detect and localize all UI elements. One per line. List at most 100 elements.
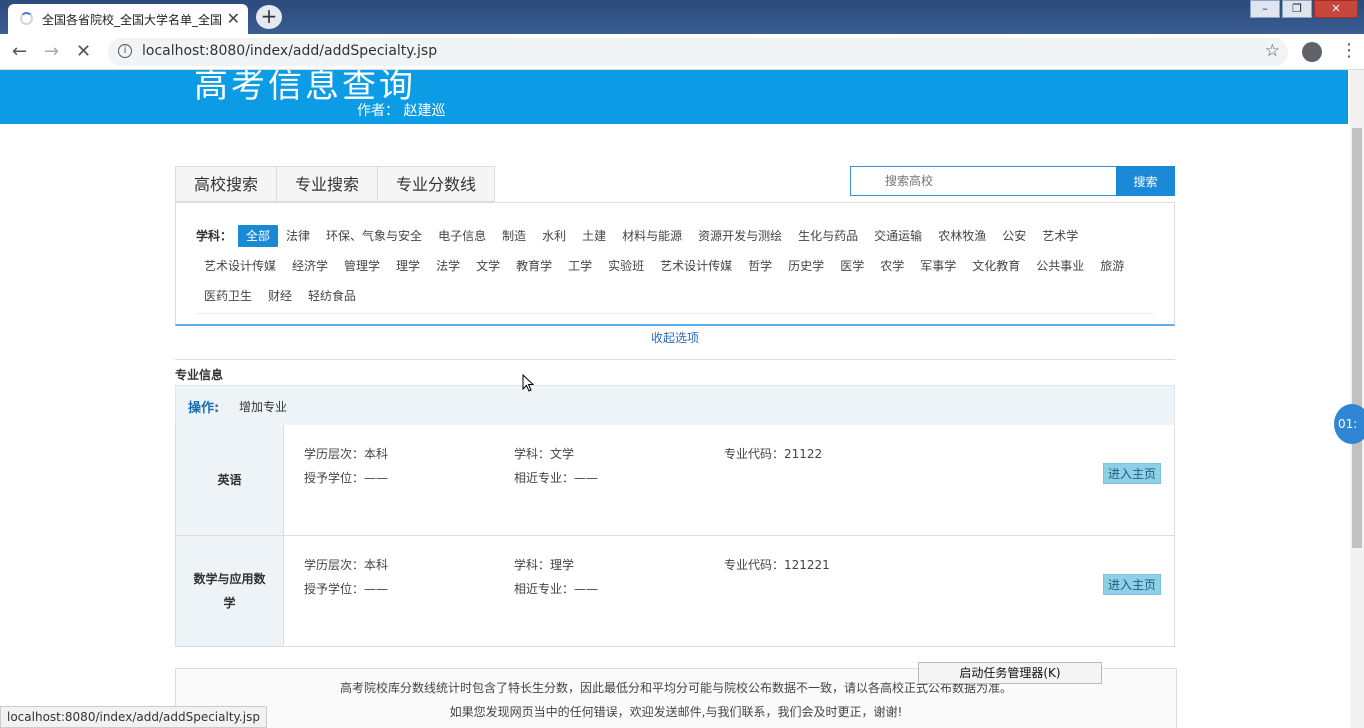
specialty-name: 数学与应用数学 bbox=[176, 536, 284, 646]
college-search-input[interactable] bbox=[850, 166, 1117, 196]
tab-specialty-score-line[interactable]: 专业分数线 bbox=[377, 166, 496, 202]
tab-specialty-search[interactable]: 专业搜索 bbox=[276, 166, 378, 202]
forward-arrow-icon[interactable]: → bbox=[44, 41, 59, 62]
filter-option[interactable]: 电子信息 bbox=[430, 225, 494, 247]
page-viewport: 高考信息查询 作者： 赵建巡 高校搜索 专业搜索 专业分数线 搜索 学科： 全部… bbox=[0, 70, 1348, 728]
page-scrollbar[interactable] bbox=[1350, 70, 1364, 728]
filter-option[interactable]: 全部 bbox=[238, 225, 279, 247]
discipline-value: 学科：理学 bbox=[514, 558, 575, 572]
filter-option[interactable]: 交通运输 bbox=[866, 225, 930, 247]
discipline-value: 学科：文学 bbox=[514, 447, 575, 461]
status-bar-url: localhost:8080/index/add/addSpecialty.js… bbox=[0, 706, 267, 728]
degree-value: 授予学位：—— bbox=[304, 471, 389, 485]
specialty-code: 专业代码：121221 bbox=[724, 558, 830, 572]
discipline-chip-list: 学科： 全部 法律 环保、气象与安全 电子信息 制造 水利 土建 材料与能源 资… bbox=[196, 221, 1156, 251]
filter-option[interactable]: 艺术学 bbox=[1034, 225, 1086, 247]
education-level: 学历层次：本科 bbox=[304, 447, 389, 461]
filter-option[interactable]: 旅游 bbox=[1092, 255, 1132, 277]
enter-homepage-button[interactable]: 进入主页 bbox=[1103, 574, 1161, 595]
discipline-filter-panel: 学科： 全部 法律 环保、气象与安全 电子信息 制造 水利 土建 材料与能源 资… bbox=[175, 202, 1175, 326]
filter-option[interactable]: 轻纺食品 bbox=[300, 285, 364, 307]
operations-bar: 操作: 增加专业 bbox=[175, 385, 1175, 426]
related-specialty: 相近专业：—— bbox=[514, 471, 599, 485]
search-button[interactable]: 搜索 bbox=[1116, 166, 1175, 196]
new-tab-button[interactable]: + bbox=[256, 5, 282, 29]
scrollbar-thumb[interactable] bbox=[1352, 128, 1362, 548]
filter-option[interactable]: 公共事业 bbox=[1028, 255, 1092, 277]
filter-option[interactable]: 生化与药品 bbox=[790, 225, 866, 247]
enter-homepage-button[interactable]: 进入主页 bbox=[1103, 463, 1161, 484]
filter-option[interactable]: 文化教育 bbox=[964, 255, 1028, 277]
site-banner: 高考信息查询 作者： 赵建巡 bbox=[0, 70, 1348, 124]
collapse-options-link[interactable]: 收起选项 bbox=[175, 326, 1175, 360]
filter-option[interactable]: 财经 bbox=[260, 285, 300, 307]
browser-tab[interactable]: 全国各省院校_全国大学名单_全国 ✕ bbox=[8, 4, 248, 34]
address-bar[interactable]: i localhost:8080/index/add/addSpecialty.… bbox=[108, 38, 1288, 66]
discipline-chip-list: 医药卫生 财经 轻纺食品 bbox=[196, 281, 1156, 311]
filter-label: 学科： bbox=[196, 229, 233, 243]
filter-option[interactable]: 水利 bbox=[534, 225, 574, 247]
filter-option[interactable]: 制造 bbox=[494, 225, 534, 247]
back-arrow-icon[interactable]: ← bbox=[12, 41, 27, 62]
filter-option[interactable]: 公安 bbox=[994, 225, 1034, 247]
filter-option[interactable]: 农学 bbox=[872, 255, 912, 277]
filter-option[interactable]: 军事学 bbox=[912, 255, 964, 277]
footer-contact: 如果您发现网页当中的任何错误，欢迎发送邮件,与我们联系，我们会及时更正，谢谢! bbox=[449, 705, 903, 719]
search-tabs: 高校搜索 专业搜索 专业分数线 bbox=[175, 166, 496, 202]
filter-option[interactable]: 哲学 bbox=[740, 255, 780, 277]
add-specialty-link[interactable]: 增加专业 bbox=[239, 398, 287, 415]
filter-option[interactable]: 经济学 bbox=[284, 255, 336, 277]
discipline-chip-list: 艺术设计传媒 经济学 管理学 理学 法学 文学 教育学 工学 实验班 艺术设计传… bbox=[196, 251, 1156, 281]
browser-toolbar: ← → ✕ i localhost:8080/index/add/addSpec… bbox=[0, 34, 1364, 70]
window-controls: – ❐ ✕ bbox=[1250, 0, 1358, 18]
filter-option[interactable]: 材料与能源 bbox=[614, 225, 690, 247]
filter-option[interactable]: 理学 bbox=[388, 255, 428, 277]
filter-option[interactable]: 艺术设计传媒 bbox=[196, 255, 284, 277]
specialty-list: 英语 学历层次：本科 学科：文学 专业代码：21122 授予学位：—— 相近专业… bbox=[175, 425, 1175, 647]
tab-title: 全国各省院校_全国大学名单_全国 bbox=[42, 13, 222, 27]
loading-spinner-icon bbox=[20, 12, 33, 25]
education-level: 学历层次：本科 bbox=[304, 558, 389, 572]
filter-option[interactable]: 资源开发与测绘 bbox=[690, 225, 790, 247]
filter-option[interactable]: 农林牧渔 bbox=[930, 225, 994, 247]
filter-option[interactable]: 环保、气象与安全 bbox=[318, 225, 430, 247]
bookmark-star-icon[interactable]: ☆ bbox=[1265, 41, 1280, 61]
filter-option[interactable]: 法学 bbox=[428, 255, 468, 277]
filter-divider bbox=[196, 313, 1154, 314]
filter-option[interactable]: 工学 bbox=[560, 255, 600, 277]
restore-icon[interactable]: ❐ bbox=[1282, 0, 1312, 18]
filter-option[interactable]: 历史学 bbox=[780, 255, 832, 277]
mouse-pointer-icon bbox=[522, 374, 534, 392]
filter-option[interactable]: 土建 bbox=[574, 225, 614, 247]
filter-option[interactable]: 艺术设计传媒 bbox=[652, 255, 740, 277]
menu-kebab-icon[interactable]: ⋮ bbox=[1340, 40, 1358, 61]
filter-option[interactable]: 教育学 bbox=[508, 255, 560, 277]
filter-option[interactable]: 实验班 bbox=[600, 255, 652, 277]
filter-option[interactable]: 医药卫生 bbox=[196, 285, 260, 307]
degree-value: 授予学位：—— bbox=[304, 582, 389, 596]
specialty-row: 英语 学历层次：本科 学科：文学 专业代码：21122 授予学位：—— 相近专业… bbox=[175, 425, 1175, 536]
filter-option[interactable]: 管理学 bbox=[336, 255, 388, 277]
minimize-icon[interactable]: – bbox=[1250, 0, 1280, 18]
specialty-code: 专业代码：21122 bbox=[724, 447, 823, 461]
browser-titlebar: 全国各省院校_全国大学名单_全国 ✕ + – ❐ ✕ bbox=[0, 0, 1364, 34]
specialty-row: 数学与应用数学 学历层次：本科 学科：理学 专业代码：121221 授予学位：—… bbox=[175, 536, 1175, 647]
window-close-icon[interactable]: ✕ bbox=[1314, 0, 1358, 18]
filter-option[interactable]: 法律 bbox=[278, 225, 318, 247]
tab-college-search[interactable]: 高校搜索 bbox=[175, 166, 277, 202]
college-search-box: 搜索 bbox=[850, 166, 1175, 196]
task-manager-menu-item[interactable]: 启动任务管理器(K) bbox=[918, 662, 1102, 684]
section-title: 专业信息 bbox=[175, 368, 224, 382]
url-text[interactable]: localhost:8080/index/add/addSpecialty.js… bbox=[142, 43, 437, 59]
filter-option[interactable]: 医学 bbox=[832, 255, 872, 277]
profile-avatar-icon[interactable] bbox=[1302, 42, 1322, 62]
filter-option[interactable]: 文学 bbox=[468, 255, 508, 277]
operations-label: 操作: bbox=[188, 401, 220, 416]
specialty-name: 英语 bbox=[176, 425, 284, 535]
site-author: 作者： 赵建巡 bbox=[357, 103, 446, 119]
tab-close-icon[interactable]: ✕ bbox=[227, 9, 240, 28]
floating-clock-widget[interactable]: 01: bbox=[1334, 404, 1364, 444]
site-info-icon[interactable]: i bbox=[118, 44, 132, 58]
stop-loading-icon[interactable]: ✕ bbox=[76, 41, 91, 62]
related-specialty: 相近专业：—— bbox=[514, 582, 599, 596]
